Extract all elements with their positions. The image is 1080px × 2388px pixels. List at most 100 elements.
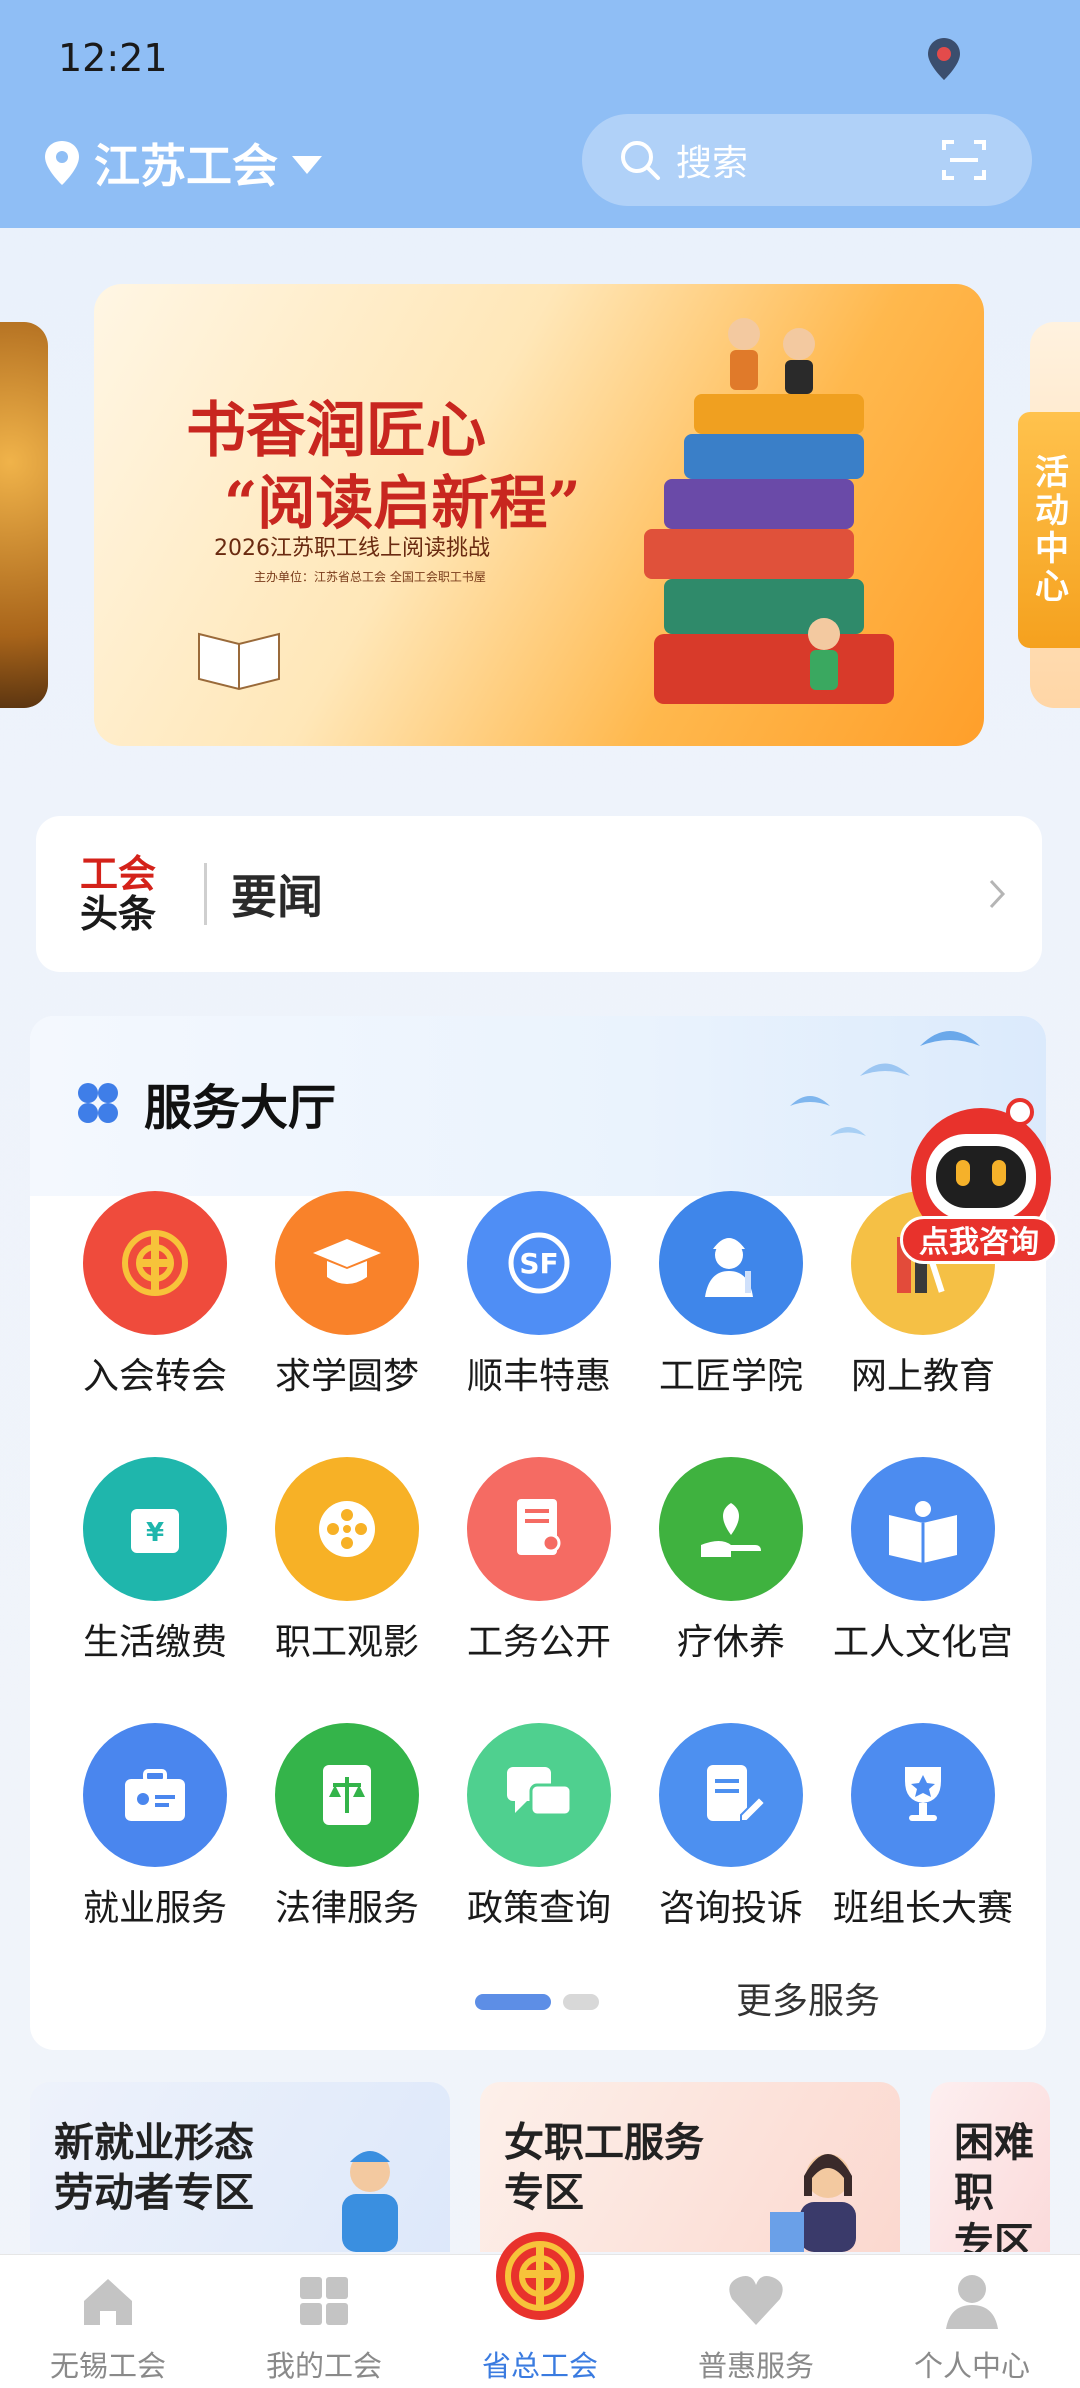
zone-title-line1: 新就业形态 bbox=[54, 2119, 254, 2166]
news-headline-bar[interactable]: 工会 头条 要闻 bbox=[36, 816, 1042, 972]
service-item[interactable]: 职工观影 bbox=[252, 1457, 442, 1697]
trophy-icon bbox=[851, 1723, 995, 1867]
nav-item[interactable]: 我的工会 bbox=[216, 2255, 432, 2388]
svg-text:SF: SF bbox=[519, 1247, 558, 1280]
service-label: 顺丰特惠 bbox=[466, 1356, 611, 1397]
service-label: 工务公开 bbox=[466, 1622, 611, 1663]
service-row: 入会转会 求学圆梦 SF 顺丰特惠 工匠学院 网上教育 bbox=[30, 1191, 1046, 1431]
banner-subtitle: 2026江苏职工线上阅读挑战 bbox=[214, 536, 490, 561]
chat-bubbles-icon bbox=[467, 1723, 611, 1867]
page-indicator bbox=[475, 1994, 599, 2010]
female-workers-zone-card[interactable]: 女职工服务 专区 bbox=[480, 2082, 900, 2252]
service-label: 职工观影 bbox=[274, 1622, 419, 1663]
service-item[interactable]: ¥ 生活缴费 bbox=[60, 1457, 250, 1697]
zone-title-line2: 专区 bbox=[954, 2219, 1034, 2252]
nav-item[interactable]: 个人中心 bbox=[864, 2255, 1080, 2388]
nav-label: 普惠服务 bbox=[697, 2349, 814, 2383]
nav-label: 个人中心 bbox=[913, 2349, 1030, 2383]
service-item[interactable]: 法律服务 bbox=[252, 1723, 442, 1963]
zone-title: 女职工服务 专区 bbox=[504, 2118, 704, 2218]
zone-title-line2: 专区 bbox=[504, 2169, 584, 2216]
service-label: 法律服务 bbox=[274, 1888, 419, 1929]
zone-title-line1: 困难职 bbox=[954, 2119, 1034, 2216]
caret-down-icon bbox=[292, 156, 322, 174]
search-bar[interactable]: 搜索 bbox=[582, 114, 1032, 206]
zone-title: 困难职 专区 bbox=[954, 2118, 1050, 2252]
service-label: 生活缴费 bbox=[82, 1622, 227, 1663]
service-item[interactable]: 政策查询 bbox=[444, 1723, 634, 1963]
hand-leaf-icon bbox=[659, 1457, 803, 1601]
banner-title-line2: “阅读启新程” bbox=[224, 469, 581, 537]
service-label: 求学圆梦 bbox=[274, 1356, 419, 1397]
union-headline-logo: 工会 头条 bbox=[80, 854, 176, 934]
union-emblem-icon[interactable] bbox=[494, 2230, 586, 2322]
service-item[interactable]: 工务公开 bbox=[444, 1457, 634, 1697]
open-book-illustration bbox=[198, 632, 280, 691]
service-label: 政策查询 bbox=[466, 1888, 611, 1929]
service-hall-header: 服务大厅 bbox=[76, 1068, 336, 1138]
status-time: 12:21 bbox=[58, 36, 168, 80]
service-item[interactable]: 工人文化宫 bbox=[828, 1457, 1018, 1697]
service-hall-title: 服务大厅 bbox=[144, 1080, 337, 1136]
service-item[interactable]: SF 顺丰特惠 bbox=[444, 1191, 634, 1431]
search-icon bbox=[621, 141, 660, 180]
logo-line2: 头条 bbox=[80, 892, 157, 936]
news-headline-text: 要闻 bbox=[231, 870, 323, 924]
logo-line1: 工会 bbox=[80, 852, 157, 896]
svg-text:¥: ¥ bbox=[146, 1518, 164, 1548]
banner-prev-peek[interactable] bbox=[0, 322, 48, 708]
app-header: 12:21 江苏工会 搜索 bbox=[0, 0, 1080, 228]
service-label: 工人文化宫 bbox=[832, 1622, 1013, 1663]
service-label: 就业服务 bbox=[82, 1888, 227, 1929]
service-item[interactable]: 疗休养 bbox=[636, 1457, 826, 1697]
new-employment-zone-card[interactable]: 新就业形态 劳动者专区 bbox=[30, 2082, 450, 2252]
nav-item[interactable]: 无锡工会 bbox=[0, 2255, 216, 2388]
person-icon bbox=[940, 2269, 1004, 2333]
banner-slide[interactable]: 书香润匠心 “阅读启新程” 2026江苏职工线上阅读挑战 主办单位：江苏省总工会… bbox=[94, 284, 984, 746]
service-label: 疗休养 bbox=[676, 1622, 785, 1663]
open-book-icon bbox=[851, 1457, 995, 1601]
banner-sponsor: 主办单位：江苏省总工会 全国工会职工书屋 bbox=[254, 570, 486, 584]
service-hall-card: 服务大厅 入会转会 求学圆梦 SF 顺丰特惠 工匠学院 网上教育 ¥ 生活缴费 职工观影 工务公开… bbox=[30, 1016, 1046, 2050]
service-item[interactable]: 咨询投诉 bbox=[636, 1723, 826, 1963]
service-item[interactable]: 入会转会 bbox=[60, 1191, 250, 1431]
location-status-icon bbox=[928, 38, 960, 80]
nav-label: 我的工会 bbox=[265, 2349, 382, 2383]
union-emblem-icon bbox=[83, 1191, 227, 1335]
film-reel-icon bbox=[275, 1457, 419, 1601]
wallet-icon: ¥ bbox=[83, 1457, 227, 1601]
law-book-icon bbox=[275, 1723, 419, 1867]
nav-item[interactable]: 普惠服务 bbox=[648, 2255, 864, 2388]
service-label: 入会转会 bbox=[82, 1356, 227, 1397]
zone-title: 新就业形态 劳动者专区 bbox=[54, 2118, 254, 2218]
activity-center-tab[interactable]: 活动中心 bbox=[1018, 412, 1080, 648]
scan-icon[interactable] bbox=[940, 136, 988, 184]
woman-figure-icon bbox=[770, 2154, 856, 2252]
service-label: 咨询投诉 bbox=[658, 1888, 803, 1929]
service-item[interactable]: 班组长大赛 bbox=[828, 1723, 1018, 1963]
search-placeholder: 搜索 bbox=[676, 143, 749, 184]
location-selector[interactable]: 江苏工会 bbox=[42, 130, 322, 196]
page-dot bbox=[563, 1994, 599, 2010]
more-services-link[interactable]: 更多服务 bbox=[736, 1972, 880, 2024]
service-row: ¥ 生活缴费 职工观影 工务公开 疗休养 工人文化宫 bbox=[30, 1457, 1046, 1697]
sf-express-icon: SF bbox=[467, 1191, 611, 1335]
service-row: 就业服务 法律服务 政策查询 咨询投诉 班组长大赛 bbox=[30, 1723, 1046, 1963]
grid-icon bbox=[292, 2269, 356, 2333]
divider bbox=[204, 863, 207, 925]
page-dot-active bbox=[475, 1994, 551, 2010]
hardship-workers-zone-card[interactable]: 困难职 专区 bbox=[930, 2082, 1050, 2252]
zone-title-line2: 劳动者专区 bbox=[54, 2169, 254, 2216]
consult-button[interactable]: 点我咨询 bbox=[900, 1216, 1058, 1264]
service-item[interactable]: 工匠学院 bbox=[636, 1191, 826, 1431]
document-person-icon bbox=[467, 1457, 611, 1601]
location-name: 江苏工会 bbox=[94, 139, 278, 193]
craftsman-icon bbox=[659, 1191, 803, 1335]
heart-icon bbox=[724, 2269, 788, 2333]
service-item[interactable]: 就业服务 bbox=[60, 1723, 250, 1963]
home-icon bbox=[76, 2269, 140, 2333]
service-label: 网上教育 bbox=[850, 1356, 995, 1397]
service-item[interactable]: 求学圆梦 bbox=[252, 1191, 442, 1431]
location-pin-icon bbox=[45, 141, 79, 185]
worker-figure-icon bbox=[342, 2151, 398, 2252]
